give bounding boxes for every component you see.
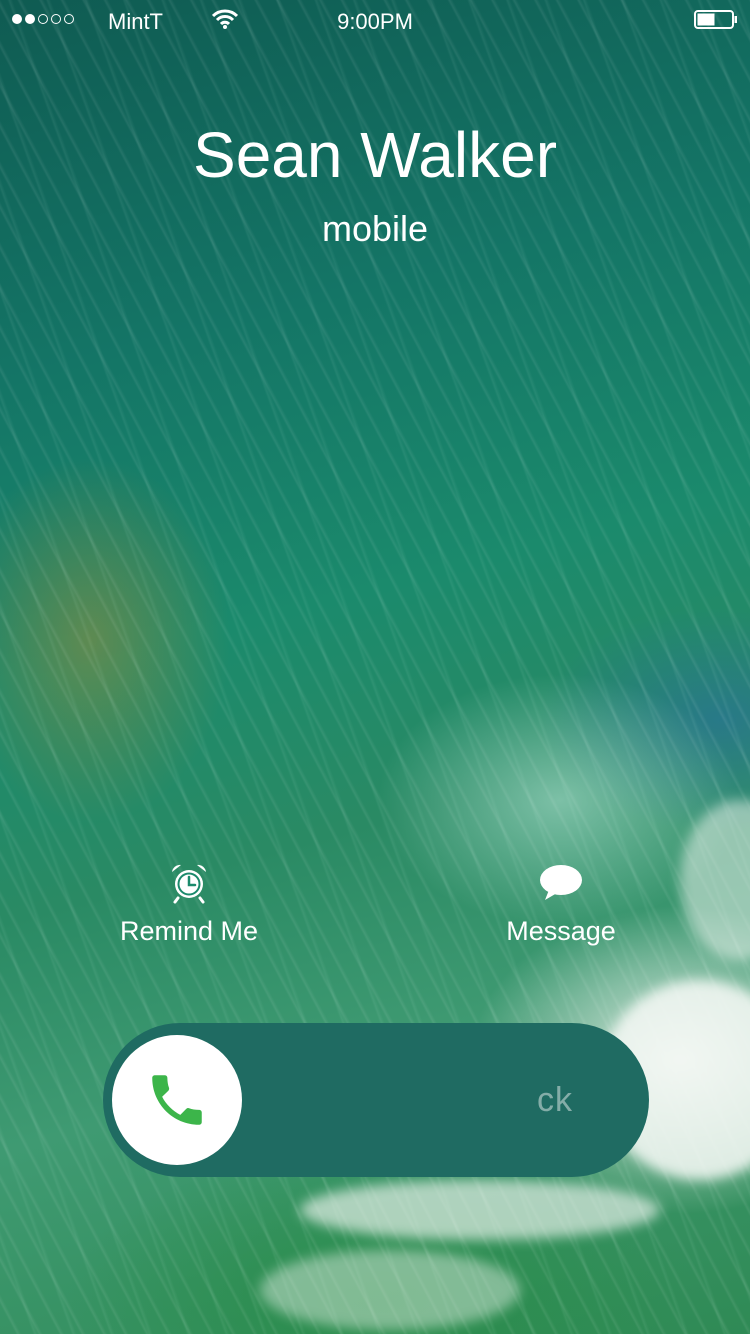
wallpaper-foam [260, 1250, 520, 1330]
message-button[interactable]: Message [441, 860, 681, 947]
caller-number-type: mobile [321, 208, 429, 249]
caller-name: Sean Walker [193, 119, 557, 191]
slide-to-answer-slider[interactable]: ck [103, 1023, 649, 1177]
remind-me-label: Remind Me [119, 916, 259, 946]
slider-label: ck [537, 1081, 573, 1119]
phone-icon [152, 1075, 202, 1125]
wallpaper-foam [680, 800, 750, 960]
incoming-call-screen: MintT 9:00PM Sean Walker mobile Remind M… [0, 0, 750, 1334]
status-time: 9:00PM [337, 9, 413, 34]
slider-knob[interactable] [112, 1035, 242, 1165]
wallpaper-foam [300, 1180, 660, 1240]
status-bar: MintT 9:00PM [0, 0, 750, 42]
speech-bubble-icon [540, 865, 582, 900]
message-label: Message [506, 916, 616, 946]
battery-icon [694, 10, 737, 29]
alarm-clock-icon [172, 864, 206, 904]
remind-me-button[interactable]: Remind Me [69, 860, 309, 947]
